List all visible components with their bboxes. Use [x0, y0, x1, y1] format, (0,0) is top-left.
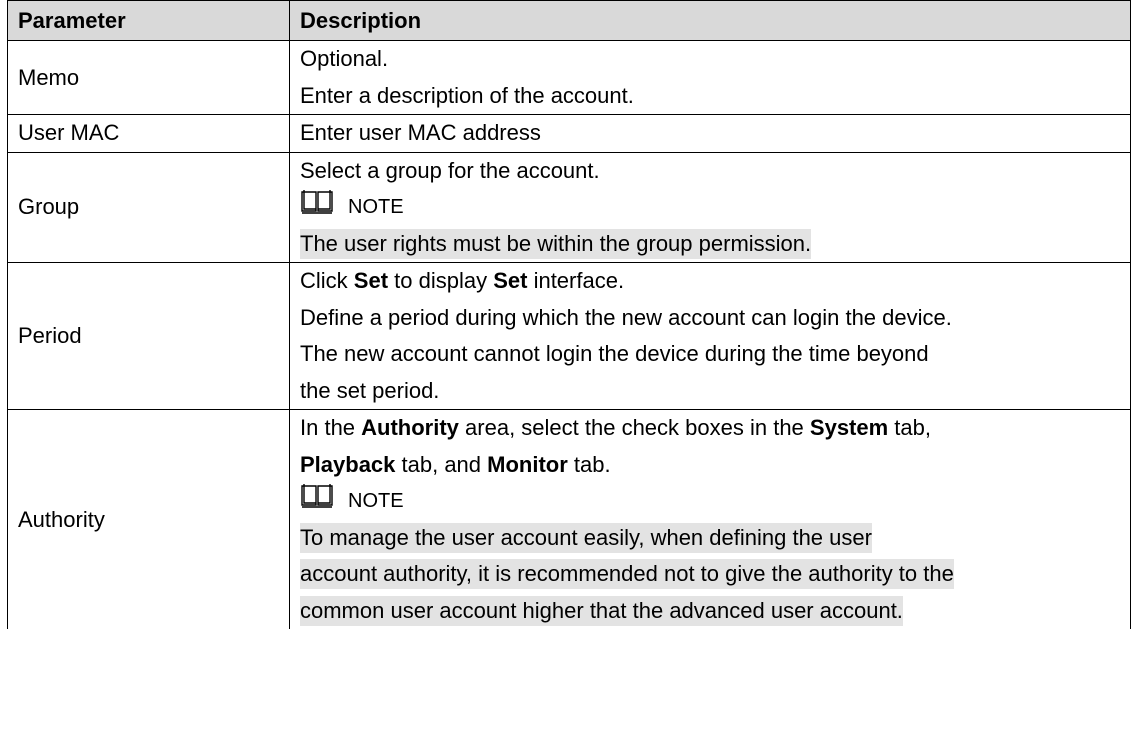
desc-line: Click Set to display Set interface. — [300, 263, 1130, 300]
param-name-group: Group — [7, 151, 290, 263]
param-name-authority: Authority — [7, 409, 290, 629]
header-description: Description — [289, 0, 1131, 41]
desc-line: Playback tab, and Monitor tab. — [300, 447, 1130, 484]
desc-line: the set period. — [300, 377, 440, 403]
book-icon — [300, 483, 334, 521]
note-line: account authority, it is recommended not… — [300, 556, 1130, 593]
bold-term-set: Set — [493, 268, 528, 293]
desc-line: The new account cannot login the device … — [300, 341, 929, 366]
note-heading: NOTE — [300, 189, 1130, 226]
desc-line: Optional. — [300, 46, 389, 71]
header-parameter: Parameter — [7, 0, 290, 41]
param-desc-group: Select a group for the account. NOTE The… — [289, 151, 1131, 263]
text-fragment: tab. — [567, 451, 611, 477]
note-text: account authority, it is recommended not… — [300, 559, 954, 589]
text-fragment: to display — [388, 268, 494, 293]
bold-term-monitor: Monitor — [487, 451, 568, 477]
param-name-user-mac: User MAC — [7, 114, 290, 153]
text-fragment: In the — [300, 415, 362, 440]
desc-line: Select a group for the account. — [300, 157, 600, 183]
table-row-authority: Authority In the Authority area, select … — [7, 409, 1131, 630]
bold-term-set: Set — [353, 268, 389, 293]
book-icon — [300, 189, 334, 227]
param-desc-period: Click Set to display Set interface. Defi… — [289, 262, 1131, 410]
note-text: To manage the user account easily, when … — [300, 522, 872, 553]
note-label: NOTE — [348, 196, 404, 218]
note-heading: NOTE — [300, 483, 1130, 520]
param-desc-user-mac: Enter user MAC address — [289, 114, 1131, 153]
desc-line: Enter user MAC address — [300, 120, 541, 145]
desc-line: Enter a description of the account. — [300, 82, 634, 108]
desc-line: Define a period during which the new acc… — [300, 304, 952, 330]
bold-term-playback: Playback — [300, 451, 396, 477]
param-name-period: Period — [7, 262, 290, 410]
text-fragment: tab, and — [395, 451, 488, 477]
param-desc-authority: In the Authority area, select the check … — [289, 409, 1131, 630]
bold-term-authority: Authority — [361, 415, 459, 440]
header-row: Parameter Description — [7, 0, 1131, 41]
note-line: common user account higher that the adva… — [300, 593, 1130, 630]
note-line: To manage the user account easily, when … — [300, 520, 1130, 557]
note-label: NOTE — [348, 490, 404, 512]
param-name-memo: Memo — [7, 40, 290, 115]
text-fragment: interface. — [527, 268, 625, 293]
note-text: common user account higher that the adva… — [300, 595, 903, 626]
text-fragment: tab, — [888, 415, 931, 440]
parameter-table: Parameter Description Memo Optional. Ent… — [7, 0, 1131, 629]
note-text: The user rights must be within the group… — [300, 228, 812, 259]
table-row-user-mac: User MAC Enter user MAC address — [7, 114, 1131, 153]
desc-line: In the Authority area, select the check … — [300, 410, 1130, 447]
bold-term-system: System — [809, 415, 889, 440]
table-row-group: Group Select a group for the account. NO… — [7, 151, 1131, 263]
text-fragment: Click — [300, 268, 354, 293]
note-line: The user rights must be within the group… — [300, 226, 1130, 263]
param-desc-memo: Optional. Enter a description of the acc… — [289, 40, 1131, 115]
table-row-memo: Memo Optional. Enter a description of th… — [7, 40, 1131, 115]
table-row-period: Period Click Set to display Set interfac… — [7, 262, 1131, 410]
text-fragment: area, select the check boxes in the — [458, 415, 810, 440]
